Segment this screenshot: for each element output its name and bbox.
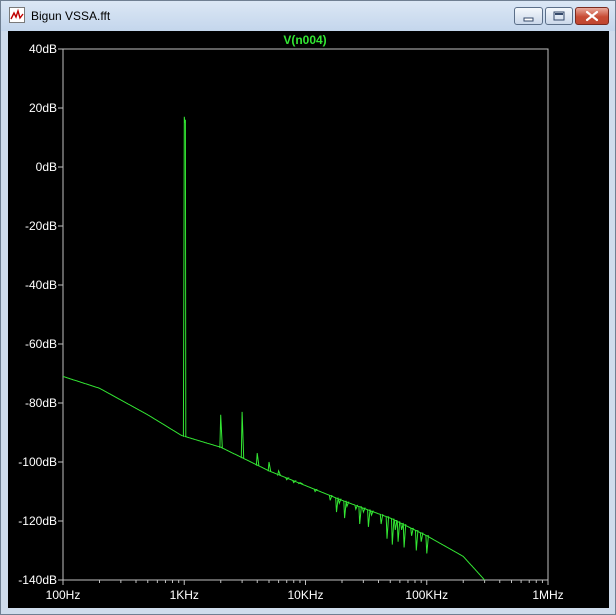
y-tick-label: -100dB	[18, 455, 57, 469]
window-title: Bigun VSSA.fft	[31, 9, 111, 23]
app-window: Bigun VSSA.fft V(n004) 40dB 20dB 0dB -20dB -…	[0, 0, 616, 615]
x-tick-label: 100Hz	[46, 588, 81, 602]
close-icon	[585, 10, 599, 22]
y-tick-label: -140dB	[18, 573, 57, 587]
y-tick-label: 20dB	[29, 101, 57, 115]
close-button[interactable]	[575, 7, 609, 25]
fft-plot[interactable]: V(n004) 40dB 20dB 0dB -20dB -40dB -60dB -80dB -…	[8, 31, 609, 608]
x-tick-label: 10KHz	[287, 588, 323, 602]
y-tick-label: -40dB	[25, 278, 57, 292]
plot-frame	[62, 48, 549, 581]
y-tick-label: -20dB	[25, 219, 57, 233]
y-tick-label: 0dB	[36, 160, 57, 174]
plot-pane[interactable]: V(n004) 40dB 20dB 0dB -20dB -40dB -60dB -80dB -…	[8, 31, 609, 608]
x-axis: 100Hz 1KHz 10KHz 100KHz 1MHz	[46, 580, 564, 602]
maximize-button[interactable]	[545, 7, 573, 25]
y-tick-label: -80dB	[25, 396, 57, 410]
maximize-icon	[553, 11, 565, 21]
title-bar[interactable]: Bigun VSSA.fft	[1, 1, 615, 31]
trace-line	[62, 116, 485, 581]
waveform-icon[interactable]	[9, 7, 25, 23]
y-tick-label: 40dB	[29, 42, 57, 56]
minimize-icon	[523, 17, 534, 22]
y-axis: 40dB 20dB 0dB -20dB -40dB -60dB -80dB -100dB -12…	[18, 42, 63, 587]
minimize-button[interactable]	[514, 7, 543, 25]
y-tick-label: -60dB	[25, 337, 57, 351]
x-tick-label: 1KHz	[170, 588, 199, 602]
y-tick-label: -120dB	[18, 514, 57, 528]
trace-title[interactable]: V(n004)	[283, 33, 326, 47]
x-tick-label: 1MHz	[532, 588, 563, 602]
x-tick-label: 100KHz	[405, 588, 448, 602]
